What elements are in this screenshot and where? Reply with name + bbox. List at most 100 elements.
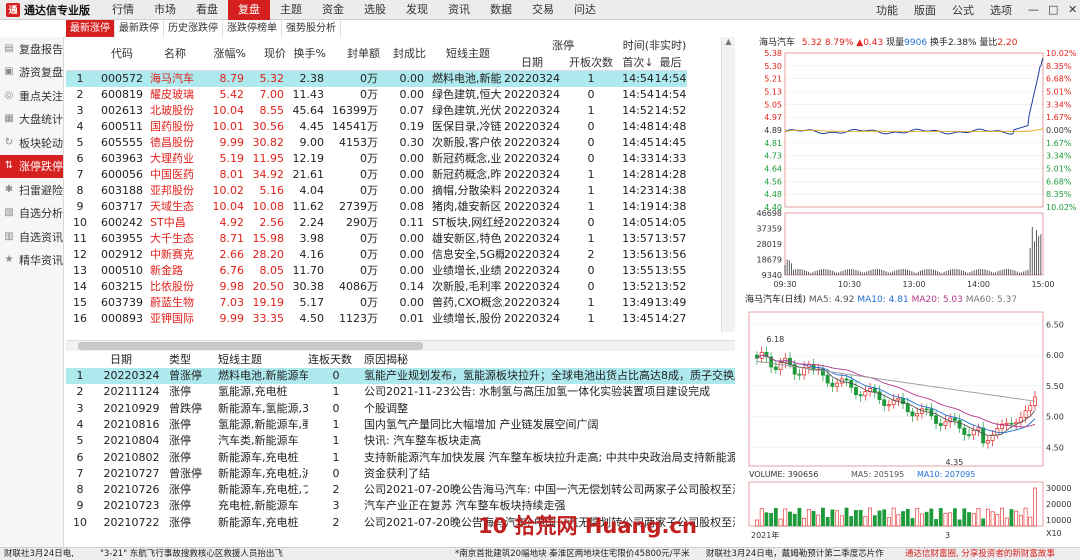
status-news-3[interactable]: *南京首批建筑20幅地块 秦淮区两地块住宅限价45800元/平米 <box>455 548 690 560</box>
table-row[interactable]: 6 603963 大理药业 5.19 11.95 12.19 0万 0.00 新冠药概念,业 20… <box>66 151 687 167</box>
status-news-2[interactable]: "3-21" 东航飞行事故搜救核心区救援人员抬出飞 <box>100 548 283 560</box>
table-row[interactable]: 7 600056 中国医药 8.01 34.92 21.61 0万 0.00 新冠药概念,昨 20… <box>66 167 687 183</box>
sub-tab[interactable]: 最新涨停 <box>66 20 115 37</box>
menu-layout[interactable]: 版面 <box>906 2 944 18</box>
menu-tab[interactable]: 交易 <box>522 0 564 20</box>
daily-volume-title: VOLUME: 390656 <box>749 470 818 479</box>
history-table: 日期 类型 短线主题 连板天数 原因揭秘 1 20220324 曾涨停 燃料电池,新能… <box>66 352 735 532</box>
history-header-theme[interactable]: 短线主题 <box>218 352 308 368</box>
menu-tab[interactable]: 选股 <box>354 0 396 20</box>
status-news-4[interactable]: 财联社3月24日电，戴姆勒预计第二季度芯片作 <box>706 548 884 560</box>
table-row[interactable]: 16 000893 亚钾国际 9.99 33.35 4.50 1123万 0.01 业绩增长,股… <box>66 311 687 327</box>
menu-tab[interactable]: 看盘 <box>186 0 228 20</box>
header-date[interactable]: 日期 <box>504 54 560 71</box>
menu-tab[interactable]: 资讯 <box>438 0 480 20</box>
header-theme[interactable]: 短线主题 <box>432 37 504 71</box>
history-row[interactable]: 7 20210727 曾涨停 新能源车,充电桩,沪 0 资金获利了结 <box>66 466 735 482</box>
menu-tab[interactable]: 问达 <box>564 0 606 20</box>
table-horizontal-scrollbar[interactable] <box>66 340 735 351</box>
sidebar-item[interactable]: ▣ 游资复盘 <box>0 61 63 85</box>
menu-tab[interactable]: 发现 <box>396 0 438 20</box>
table-row[interactable]: 1 000572 海马汽车 8.79 5.32 2.38 0万 0.00 燃料电池,新能 2022… <box>66 71 687 87</box>
daily-chart[interactable]: 6.50 6.00 5.50 5.00 4.50 6.18 4.35 VOLUME: 3906… <box>745 306 1080 550</box>
cell-code: 603215 <box>101 280 143 293</box>
menu-tab[interactable]: 行情 <box>102 0 144 20</box>
sidebar-item[interactable]: ↻ 板块轮动 <box>0 131 63 155</box>
sidebar-item[interactable]: ▥ 自选资讯 <box>0 225 63 249</box>
daily-price-tick: 4.50 <box>1046 444 1064 453</box>
close-icon[interactable]: ✕ <box>1060 3 1080 16</box>
table-row[interactable]: 11 603955 大千生态 8.71 15.98 3.98 0万 0.00 雄安新区,特色 20… <box>66 231 687 247</box>
candle-body <box>924 408 929 411</box>
table-row[interactable]: 2 600819 耀皮玻璃 5.42 7.00 11.43 0万 0.00 绿色建筑,恒大 202… <box>66 87 687 103</box>
history-header-type[interactable]: 类型 <box>169 352 219 368</box>
cell-first: 13:55 <box>622 264 654 277</box>
sidebar-item[interactable]: ▤ 复盘报告 <box>0 37 63 61</box>
history-header-days[interactable]: 连板天数 <box>308 352 366 368</box>
sub-tab[interactable]: 历史涨跌停 <box>164 20 223 37</box>
intraday-chart[interactable]: 5.38 5.30 5.21 5.13 5.05 4.97 4.89 4.81 4.73 4.64… <box>745 49 1080 289</box>
sidebar-item[interactable]: ▦ 大盘统计 <box>0 108 63 132</box>
history-row[interactable]: 3 20210929 曾跌停 新能源车,氢能源,3 0 个股调整 <box>66 401 735 417</box>
history-row[interactable]: 2 20211124 涨停 氢能源,充电桩 1 公司2021-11-23公告: 水制氢与高… <box>66 384 735 400</box>
header-seal-amount[interactable]: 封单额 <box>326 37 380 71</box>
history-row[interactable]: 1 20220324 曾涨停 燃料电池,新能源车 0 氢能产业规划发布，氢能源板块拉升；全… <box>66 368 735 384</box>
sidebar-item[interactable]: ★ 精华资讯 <box>0 249 63 273</box>
scroll-thumb[interactable] <box>78 342 423 350</box>
table-row[interactable]: 5 605555 德昌股份 9.99 30.82 9.00 4153万 0.30 次新股,客户依… <box>66 135 687 151</box>
header-pct[interactable]: 涨幅% <box>200 37 246 71</box>
header-code[interactable]: 代码 <box>94 37 150 71</box>
cell-code: 600242 <box>101 216 143 229</box>
table-row[interactable]: 3 002613 北玻股份 10.04 8.55 45.64 16399万 0.07 绿色建筑,… <box>66 103 687 119</box>
sub-tab[interactable]: 涨跌停榜单 <box>223 20 282 37</box>
history-row[interactable]: 8 20210726 涨停 新能源车,充电桩,フ 2 公司2021-07-20晚公告海马汽… <box>66 482 736 498</box>
status-promo[interactable]: 通达信财富圈, 分享投资者的新财富故事 <box>905 548 1055 560</box>
menu-options[interactable]: 选项 <box>982 2 1020 18</box>
menu-tab[interactable]: 数据 <box>480 0 522 20</box>
table-vertical-scrollbar[interactable]: ▲ <box>721 37 735 332</box>
menu-tab[interactable]: 市场 <box>144 0 186 20</box>
sidebar-item[interactable]: ◎ 重点关注 <box>0 84 63 108</box>
header-price[interactable]: 现价 <box>246 37 286 71</box>
minimize-icon[interactable]: — <box>1020 3 1040 16</box>
table-row[interactable]: 9 603717 天域生态 10.04 10.08 11.62 2739万 0.08 猪肉,雄安… <box>66 199 687 215</box>
menu-formula[interactable]: 公式 <box>944 2 982 18</box>
sidebar-item[interactable]: ▧ 自选分析 <box>0 202 63 226</box>
history-row[interactable]: 6 20210802 涨停 新能源车,充电桩 1 支持新能源汽车加快发展 汽车整车板块拉升… <box>66 450 736 466</box>
sidebar-item[interactable]: ⇅ 涨停跌停 <box>0 154 63 178</box>
status-news-1[interactable]: 财联社3月24日电, <box>4 548 74 560</box>
header-first-time[interactable]: 首次↓ <box>622 54 654 71</box>
sub-tab[interactable]: 最新跌停 <box>115 20 164 37</box>
menu-tab[interactable]: 资金 <box>312 0 354 20</box>
sub-tab[interactable]: 强势股分析 <box>282 20 341 37</box>
table-row[interactable]: 8 603188 亚邦股份 10.02 5.16 4.04 0万 0.00 摘帽,分散染料 202… <box>66 183 687 199</box>
cell-turn: 4.50 <box>299 312 325 325</box>
maximize-icon[interactable]: □ <box>1040 3 1060 16</box>
price-line <box>784 57 1044 135</box>
header-turnover[interactable]: 换手% <box>286 37 326 71</box>
menu-tab[interactable]: 主题 <box>270 0 312 20</box>
daily-header: 海马汽车(日线) MA5: 4.92 MA10: 4.81 MA20: 5.03… <box>745 294 1080 306</box>
scroll-up-icon[interactable]: ▲ <box>722 37 735 49</box>
header-open-count[interactable]: 开板次数 <box>560 54 622 71</box>
cell-price: 20.50 <box>252 280 285 293</box>
header-seal-ratio[interactable]: 封成比 <box>380 37 426 71</box>
table-row[interactable]: 4 600511 国药股份 10.01 30.56 4.45 14541万 0.19 医保目录,… <box>66 119 687 135</box>
sidebar-item[interactable]: ✱ 扫雷避险 <box>0 178 63 202</box>
table-row[interactable]: 14 603215 比依股份 9.98 20.50 30.38 4086万 0.14 次新股,毛… <box>66 279 687 295</box>
history-row[interactable]: 5 20210804 涨停 汽车类,新能源车 1 快讯: 汽车整车板块走高 <box>66 433 735 449</box>
table-row[interactable]: 12 002912 中新赛克 2.66 28.20 4.16 0万 0.00 信息安全,5G概 2… <box>66 247 687 263</box>
daily-volume-bar <box>934 519 938 527</box>
table-row[interactable]: 13 000510 新金路 6.76 8.05 11.70 0万 0.00 业绩增长,业绩 202… <box>66 263 687 279</box>
cell-ratio: 0.00 <box>399 168 425 181</box>
menu-function[interactable]: 功能 <box>868 2 906 18</box>
history-header-date[interactable]: 日期 <box>110 352 170 368</box>
table-row[interactable]: 15 603739 蔚蓝生物 7.03 19.19 5.17 0万 0.00 兽药,CXO概念,… <box>66 295 687 311</box>
menu-tab[interactable]: 复盘 <box>228 0 270 20</box>
header-last-time[interactable]: 最后 <box>654 54 687 71</box>
daily-volume-bar <box>905 508 910 527</box>
history-header-reason[interactable]: 原因揭秘 <box>364 352 444 368</box>
header-name[interactable]: 名称 <box>150 37 200 71</box>
history-row[interactable]: 4 20210816 涨停 氢能源,新能源车,虱 1 国内氢气产量同比大幅增加 产业链发展… <box>66 417 735 433</box>
table-row[interactable]: 10 600242 ST中昌 4.92 2.56 2.24 290万 0.11 ST板块,网红经… <box>66 215 687 231</box>
